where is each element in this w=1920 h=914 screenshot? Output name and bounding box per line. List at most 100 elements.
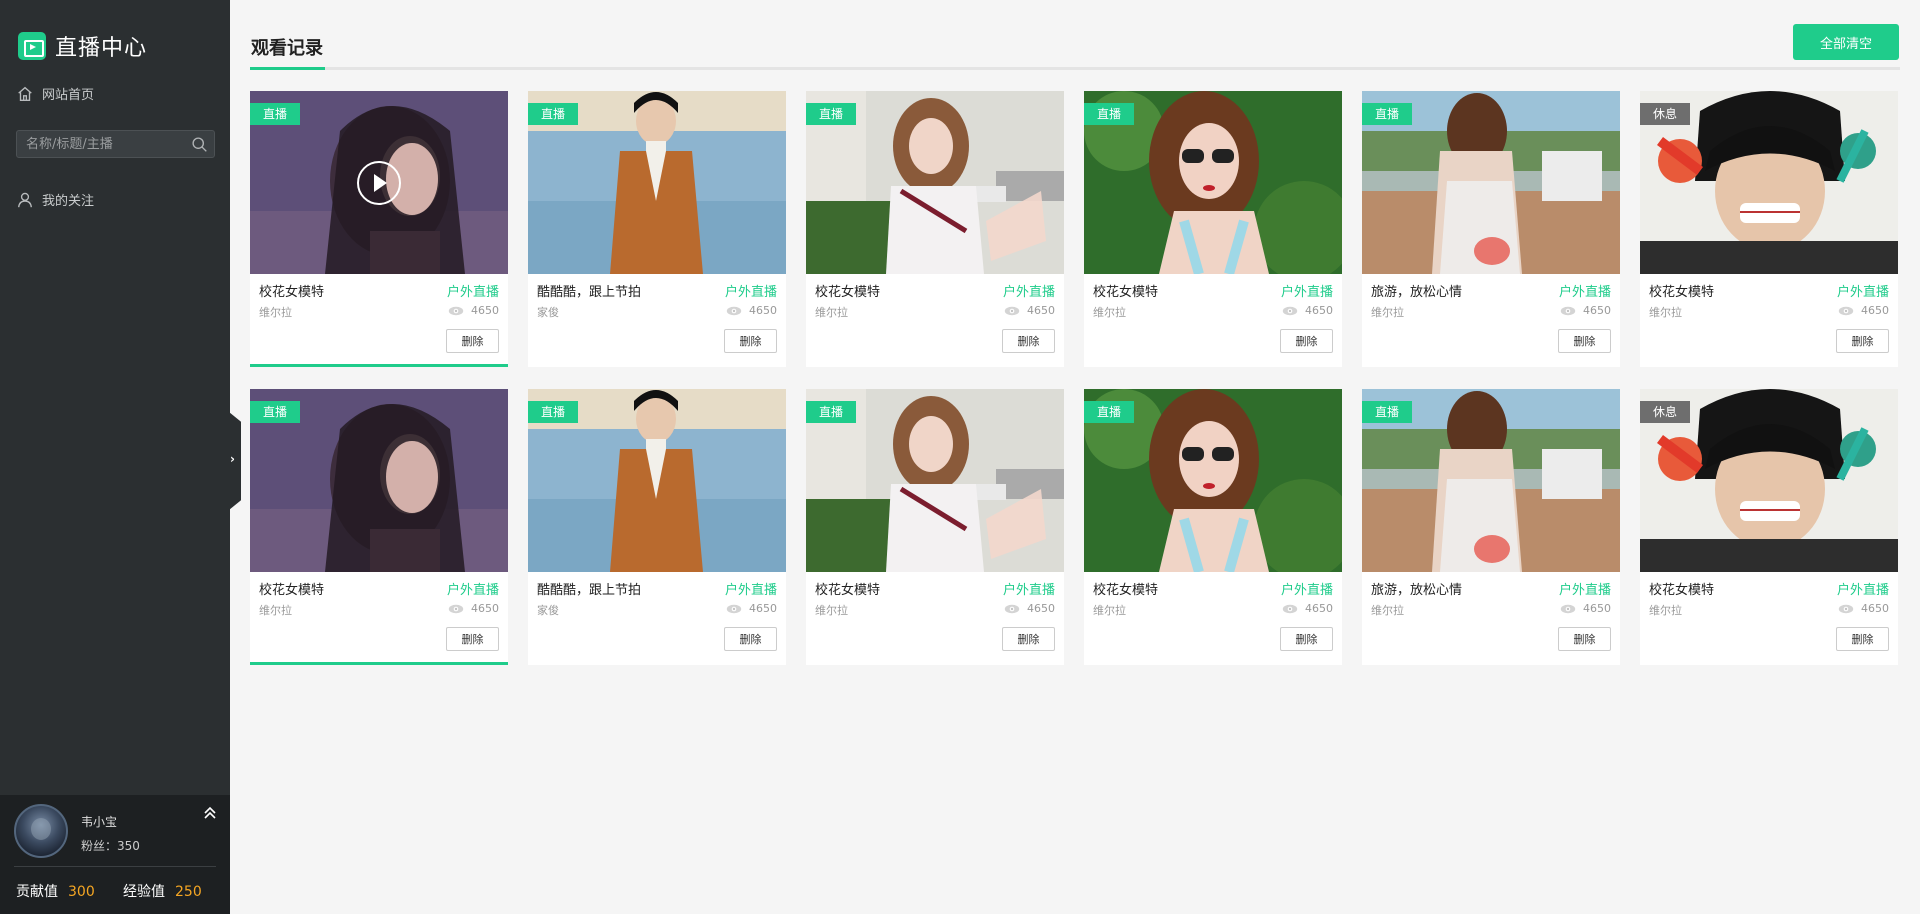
card-title[interactable]: 校花女模特 — [1649, 281, 1714, 300]
search-icon[interactable] — [191, 136, 208, 153]
video-thumbnail[interactable]: 直播 — [528, 91, 786, 274]
card-category[interactable]: 户外直播 — [1281, 579, 1333, 598]
fans-count: 粉丝：350 — [81, 839, 140, 853]
double-chevron-up-icon[interactable] — [202, 805, 218, 821]
card-category[interactable]: 户外直播 — [447, 281, 499, 300]
card-category[interactable]: 户外直播 — [1003, 281, 1055, 300]
status-badge: 直播 — [250, 401, 300, 423]
video-thumbnail[interactable]: 直播 — [806, 91, 1064, 274]
card-host: 维尔拉 — [1371, 306, 1404, 319]
card-title[interactable]: 校花女模特 — [1093, 281, 1158, 300]
history-card[interactable]: 直播 校花女模特 户外直播 维尔拉 4650 删除 — [250, 389, 508, 665]
video-thumbnail[interactable]: 直播 — [806, 389, 1064, 572]
brand-title: 直播中心 — [55, 36, 148, 61]
card-category[interactable]: 户外直播 — [1559, 579, 1611, 598]
clear-all-button[interactable]: 全部清空 — [1793, 24, 1899, 60]
contribution-stat: 贡献值 300 — [16, 881, 95, 901]
card-title[interactable]: 校花女模特 — [815, 281, 880, 300]
view-count: 4650 — [448, 602, 499, 615]
history-card[interactable]: 直播 酷酷酷，跟上节拍 户外直播 家俊 4650 删除 — [528, 389, 786, 665]
sidebar-item-follow[interactable]: 我的关注 — [16, 190, 94, 209]
delete-button[interactable]: 删除 — [446, 329, 499, 353]
contribution-value: 300 — [68, 884, 95, 900]
status-badge: 直播 — [1362, 401, 1412, 423]
history-card[interactable]: 直播 校花女模特 户外直播 维尔拉 4650 删除 — [1084, 91, 1342, 367]
view-count: 4650 — [1838, 304, 1889, 317]
history-card[interactable]: 直播 旅游，放松心情 户外直播 维尔拉 4650 删除 — [1362, 389, 1620, 665]
delete-button[interactable]: 删除 — [724, 329, 777, 353]
card-host: 维尔拉 — [815, 604, 848, 617]
delete-button[interactable]: 删除 — [1558, 329, 1611, 353]
view-count-value: 4650 — [1583, 304, 1611, 317]
video-thumbnail[interactable]: 直播 — [1084, 389, 1342, 572]
delete-button[interactable]: 删除 — [1280, 627, 1333, 651]
user-panel: 韦小宝 粉丝：350 贡献值 300 经验值 250 — [0, 795, 230, 914]
delete-button[interactable]: 删除 — [1002, 627, 1055, 651]
video-thumbnail[interactable]: 休息 — [1640, 91, 1898, 274]
eye-icon — [726, 604, 742, 613]
delete-button[interactable]: 删除 — [724, 627, 777, 651]
logo[interactable]: 直播中心 — [18, 30, 147, 62]
delete-button[interactable]: 删除 — [446, 627, 499, 651]
card-category[interactable]: 户外直播 — [1003, 579, 1055, 598]
card-category[interactable]: 户外直播 — [725, 579, 777, 598]
history-card[interactable]: 直播 校花女模特 户外直播 维尔拉 4650 删除 — [806, 91, 1064, 367]
video-thumbnail[interactable]: 直播 — [250, 389, 508, 572]
history-card[interactable]: 直播校花女模特 户外直播维尔拉 4650 删除 — [1084, 389, 1342, 665]
status-badge: 直播 — [1084, 103, 1134, 125]
avatar[interactable] — [14, 804, 68, 858]
card-title[interactable]: 校花女模特 — [259, 579, 324, 598]
card-title[interactable]: 酷酷酷，跟上节拍 — [537, 281, 641, 300]
video-thumbnail[interactable]: 休息 — [1640, 389, 1898, 572]
status-badge: 直播 — [528, 401, 578, 423]
card-category[interactable]: 户外直播 — [1837, 281, 1889, 300]
play-icon[interactable] — [354, 160, 404, 206]
delete-button[interactable]: 删除 — [1836, 329, 1889, 353]
card-title[interactable]: 校花女模特 — [259, 281, 324, 300]
card-category[interactable]: 户外直播 — [1837, 579, 1889, 598]
delete-button[interactable]: 删除 — [1280, 329, 1333, 353]
card-title[interactable]: 酷酷酷，跟上节拍 — [537, 579, 641, 598]
history-card[interactable]: 直播旅游，放松心情 户外直播维尔拉 4650 删除 — [1362, 91, 1620, 367]
chevron-right-icon: › — [230, 452, 235, 466]
card-title[interactable]: 校花女模特 — [815, 579, 880, 598]
video-thumbnail[interactable]: 直播 — [1084, 91, 1342, 274]
history-card[interactable]: 直播 校花女模特 户外直播 维尔拉 4650 删除 — [250, 91, 508, 367]
delete-button[interactable]: 删除 — [1836, 627, 1889, 651]
card-host: 维尔拉 — [1649, 604, 1682, 617]
card-title[interactable]: 旅游，放松心情 — [1371, 281, 1462, 300]
view-count: 4650 — [448, 304, 499, 317]
status-badge: 直播 — [806, 401, 856, 423]
eye-icon — [1560, 604, 1576, 613]
delete-button[interactable]: 删除 — [1002, 329, 1055, 353]
video-thumbnail[interactable]: 直播 — [1362, 91, 1620, 274]
card-category[interactable]: 户外直播 — [1281, 281, 1333, 300]
title-underline — [250, 67, 325, 70]
view-count-value: 4650 — [749, 304, 777, 317]
card-title[interactable]: 旅游，放松心情 — [1371, 579, 1462, 598]
history-card[interactable]: 休息 校花女模特 户外直播 维尔拉 4650 删除 — [1640, 91, 1898, 367]
status-badge: 直播 — [250, 103, 300, 125]
status-badge: 休息 — [1640, 103, 1690, 125]
search-input[interactable] — [17, 131, 177, 157]
history-card[interactable]: 直播 酷酷酷，跟上节拍 户外直播 家俊 4650 删除 — [528, 91, 786, 367]
video-thumbnail[interactable]: 直播 — [250, 91, 508, 274]
card-title[interactable]: 校花女模特 — [1649, 579, 1714, 598]
video-thumbnail[interactable]: 直播 — [528, 389, 786, 572]
card-category[interactable]: 户外直播 — [725, 281, 777, 300]
delete-button[interactable]: 删除 — [1558, 627, 1611, 651]
card-host: 维尔拉 — [1093, 604, 1126, 617]
view-count-value: 4650 — [1027, 304, 1055, 317]
history-card[interactable]: 休息 校花女模特 户外直播 维尔拉 4650 删除 — [1640, 389, 1898, 665]
view-count-value: 4650 — [1305, 602, 1333, 615]
card-category[interactable]: 户外直播 — [447, 579, 499, 598]
card-title[interactable]: 校花女模特 — [1093, 579, 1158, 598]
eye-icon — [1004, 306, 1020, 315]
card-category[interactable]: 户外直播 — [1559, 281, 1611, 300]
history-card[interactable]: 直播 校花女模特 户外直播 维尔拉 4650 删除 — [806, 389, 1064, 665]
sidebar-toggle[interactable]: › — [229, 412, 241, 510]
view-count-value: 4650 — [471, 304, 499, 317]
video-thumbnail[interactable]: 直播 — [1362, 389, 1620, 572]
title-divider — [250, 67, 1900, 70]
sidebar-item-home[interactable]: 网站首页 — [16, 84, 94, 103]
